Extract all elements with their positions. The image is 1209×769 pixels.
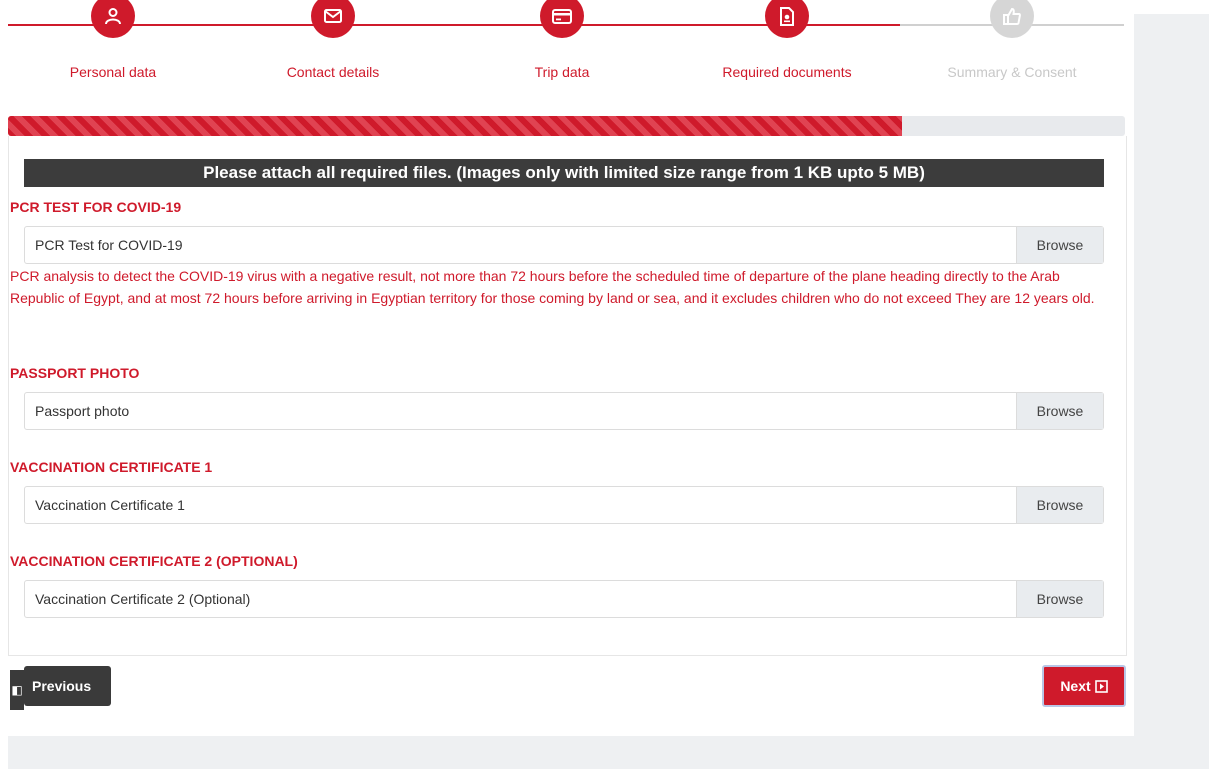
next-button[interactable]: Next: [1042, 665, 1126, 707]
step-trip-data[interactable]: Trip data: [472, 0, 652, 90]
file-input-label: Vaccination Certificate 2 (Optional): [35, 591, 251, 607]
footer-band: [8, 736, 1134, 769]
document-icon: [765, 0, 809, 38]
vaccination-2-section-title: VACCINATION CERTIFICATE 2 (OPTIONAL): [10, 553, 298, 569]
progress-fill: [8, 116, 902, 136]
progress-bar: [8, 116, 1125, 136]
pcr-file-input[interactable]: PCR Test for COVID-19 Browse: [24, 226, 1104, 264]
next-button-label: Next: [1060, 678, 1091, 694]
step-label: Contact details: [286, 64, 380, 80]
previous-button-label: Previous: [32, 678, 92, 694]
step-label: Personal data: [69, 64, 157, 80]
step-required-documents[interactable]: Required documents: [697, 0, 877, 90]
step-summary-consent[interactable]: Summary & Consent: [922, 0, 1102, 90]
passport-file-input[interactable]: Passport photo Browse: [24, 392, 1104, 430]
browse-button[interactable]: Browse: [1016, 227, 1103, 263]
next-arrow-icon: [1094, 679, 1108, 693]
browse-button[interactable]: Browse: [1016, 487, 1103, 523]
step-contact-details[interactable]: Contact details: [243, 0, 423, 90]
browse-button[interactable]: Browse: [1016, 393, 1103, 429]
right-side-panel: [1134, 14, 1209, 769]
file-input-label: Passport photo: [35, 403, 130, 419]
card-icon: [540, 0, 584, 38]
pcr-section-title: PCR TEST FOR COVID-19: [10, 199, 182, 215]
previous-arrow-icon: ◧: [10, 670, 24, 710]
attachment-notice: Please attach all required files. (Image…: [24, 159, 1104, 187]
user-icon: [91, 0, 135, 38]
browse-button[interactable]: Browse: [1016, 581, 1103, 617]
vaccination-2-file-input[interactable]: Vaccination Certificate 2 (Optional) Bro…: [24, 580, 1104, 618]
pcr-description: PCR analysis to detect the COVID-19 viru…: [10, 268, 1095, 306]
envelope-icon: [311, 0, 355, 38]
step-label: Required documents: [722, 64, 852, 80]
file-input-label: Vaccination Certificate 1: [35, 497, 185, 513]
step-label: Trip data: [534, 64, 590, 80]
vaccination-1-file-input[interactable]: Vaccination Certificate 1 Browse: [24, 486, 1104, 524]
thumbs-up-icon: [990, 0, 1034, 38]
step-personal-data[interactable]: Personal data: [23, 0, 203, 90]
vaccination-1-section-title: VACCINATION CERTIFICATE 1: [10, 459, 213, 475]
passport-section-title: PASSPORT PHOTO: [10, 365, 140, 381]
file-input-label: PCR Test for COVID-19: [35, 237, 183, 253]
previous-button[interactable]: Previous: [24, 666, 111, 706]
step-label: Summary & Consent: [947, 64, 1077, 80]
